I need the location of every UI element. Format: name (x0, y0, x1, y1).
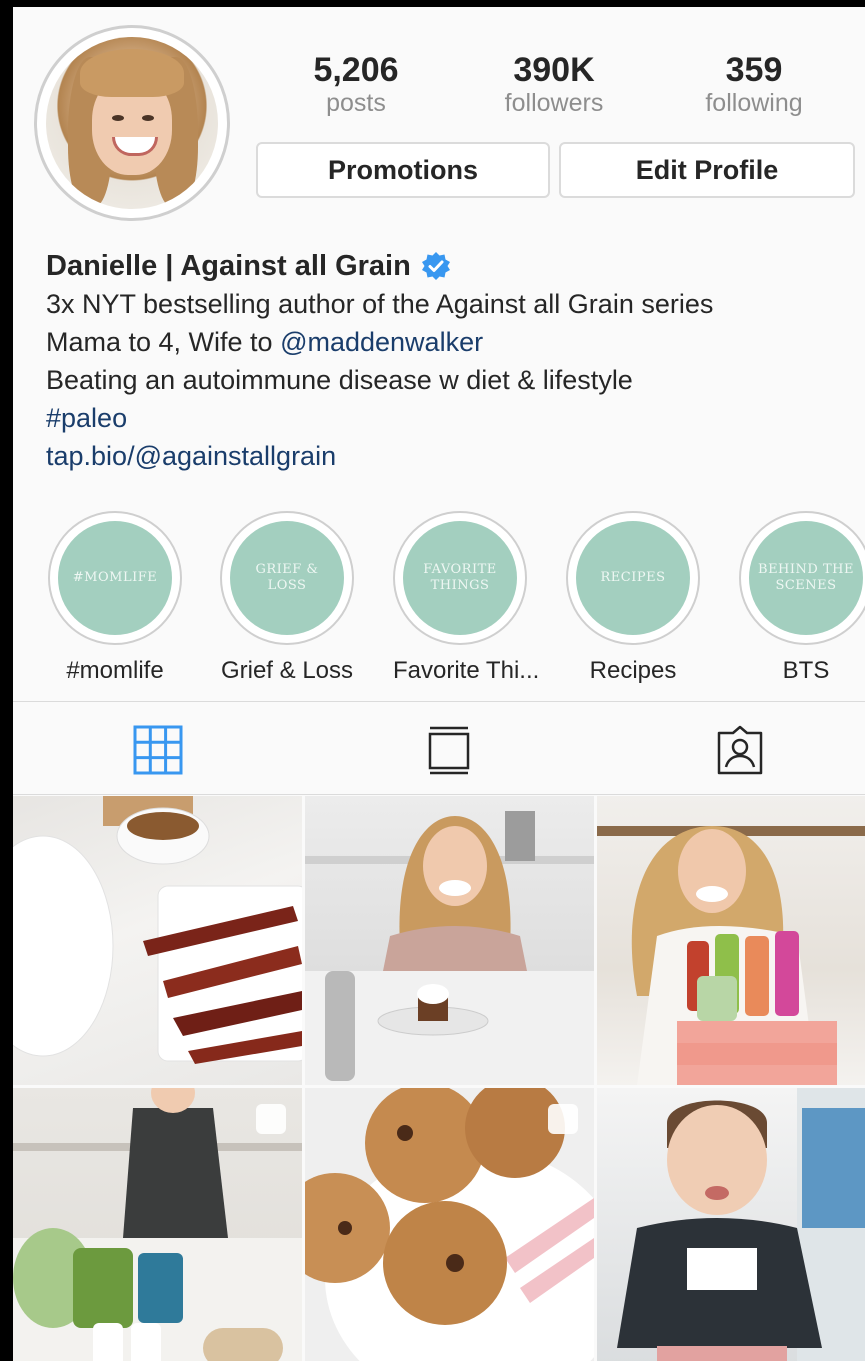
cupcake-photo (305, 811, 594, 1085)
following-label: following (705, 89, 803, 117)
tab-grid[interactable] (133, 725, 183, 775)
post-thumbnail[interactable] (597, 796, 865, 1085)
bio-line-family: Mama to 4, Wife to @maddenwalker (46, 323, 856, 361)
edit-profile-button[interactable]: Edit Profile (559, 142, 855, 198)
post-thumbnail[interactable] (597, 1088, 865, 1361)
bio-line-health: Beating an autoimmune disease w diet & l… (46, 365, 633, 395)
post-thumbnail[interactable] (13, 1088, 302, 1361)
stat-following[interactable]: 359 following (654, 51, 854, 117)
highlight-label: Favorite Thi... (393, 657, 540, 684)
grid-icon (133, 725, 183, 775)
post-thumbnail[interactable] (13, 796, 302, 1085)
highlight-ring: GRIEF & LOSS (220, 511, 354, 645)
highlight-label: #momlife (66, 657, 164, 684)
stat-posts[interactable]: 5,206 posts (256, 51, 456, 117)
tabs-bottom-divider (13, 794, 865, 795)
multiple-posts-icon (548, 1104, 578, 1134)
mention-link[interactable]: @maddenwalker (280, 327, 483, 357)
feed-icon (428, 726, 470, 775)
highlight-cover: RECIPES (576, 521, 690, 635)
highlight-grief-loss[interactable]: GRIEF & LOSS Grief & Loss (220, 511, 354, 685)
bacon-photo (13, 796, 302, 1064)
profile-name-row: Danielle | Against all Grain (46, 247, 856, 285)
highlight-label: BTS (782, 657, 830, 684)
profile-bio: Danielle | Against all Grain 3x NYT best… (46, 247, 856, 475)
posts-label: posts (326, 89, 386, 117)
followers-label: followers (504, 89, 604, 117)
highlight-ring: FAVORITE THINGS (393, 511, 527, 645)
post-thumbnail[interactable] (305, 1088, 594, 1361)
bio-family-text: Mama to 4, Wife to (46, 327, 281, 357)
profile-screen: 5,206 posts 390K followers 359 following… (13, 7, 865, 1361)
bio-line-author: 3x NYT bestselling author of the Against… (46, 289, 714, 319)
highlight-momlife[interactable]: #MOMLIFE #momlife (48, 511, 182, 685)
tab-tagged[interactable] (715, 725, 765, 775)
highlight-bts[interactable]: BEHIND THE SCENES BTS (739, 511, 865, 685)
hashtag-link[interactable]: #paleo (46, 399, 856, 437)
post-thumbnail[interactable] (305, 796, 594, 1085)
highlight-cover: BEHIND THE SCENES (749, 521, 863, 635)
website-link[interactable]: tap.bio/@againstallgrain (46, 437, 856, 475)
stat-followers[interactable]: 390K followers (454, 51, 654, 117)
highlight-ring: RECIPES (566, 511, 700, 645)
avatar-photo (46, 37, 218, 209)
highlight-cover: #MOMLIFE (58, 521, 172, 635)
highlight-label: Recipes (589, 657, 677, 684)
followers-count: 390K (513, 51, 595, 89)
profile-name: Danielle | Against all Grain (46, 250, 411, 282)
tagged-icon (717, 725, 763, 775)
highlight-ring: #MOMLIFE (48, 511, 182, 645)
posts-count: 5,206 (313, 51, 399, 89)
highlight-ring: BEHIND THE SCENES (739, 511, 865, 645)
multiple-posts-icon (256, 1104, 286, 1134)
toddler-photo (617, 1088, 865, 1361)
highlight-label: Grief & Loss (220, 657, 354, 684)
tab-feed[interactable] (424, 725, 474, 775)
verified-badge-icon (421, 251, 451, 281)
promotions-button[interactable]: Promotions (256, 142, 550, 198)
tabs-top-divider (13, 701, 865, 702)
following-count: 359 (725, 51, 783, 89)
dressings-photo (597, 826, 865, 1085)
highlight-cover: GRIEF & LOSS (230, 521, 344, 635)
profile-avatar[interactable] (34, 25, 230, 221)
highlight-recipes[interactable]: RECIPES Recipes (566, 511, 700, 685)
highlight-cover: FAVORITE THINGS (403, 521, 517, 635)
profile-stats: 5,206 posts 390K followers 359 following (256, 51, 856, 131)
highlight-favorite-things[interactable]: FAVORITE THINGS Favorite Thi... (393, 511, 540, 685)
